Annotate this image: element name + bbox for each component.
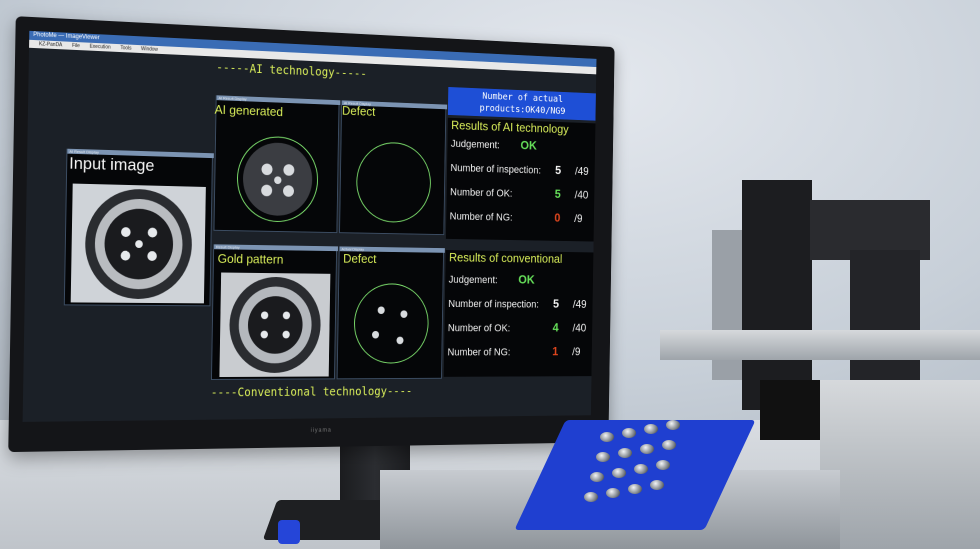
conv-judgement-label: Judgement: [448,274,498,287]
ai-inspection-value: 5 [555,163,562,177]
connector-cap [662,440,676,450]
ai-technology-heading: -----AI technology----- [216,60,367,81]
connector-image [84,187,193,300]
conv-ng-value: 1 [552,344,559,358]
connector-cap [606,488,620,498]
blue-block [278,520,300,544]
conv-defect-panel: Actual Display Defect [336,246,445,380]
conv-inspection-label: Number of inspection: [448,298,539,311]
monitor-brand-logo: iiyama [310,427,332,434]
ai-judgement-value: OK [520,138,537,153]
ai-generated-image [233,132,322,226]
ai-defect-panel: AI Result Display Defect [339,100,448,236]
connector-cap [612,468,626,478]
connector-cap [622,428,636,438]
ai-inspection-total: /49 [574,164,589,178]
conv-ng-label: Number of NG: [447,347,511,359]
ai-generated-panel: AI Result Display AI generated [213,95,341,234]
input-image-label: Input image [69,153,155,175]
connector-cap [628,484,642,494]
gold-pattern-label: Gold pattern [217,251,284,267]
gold-pattern-panel: Result Display Gold pattern [211,244,338,380]
vertical-stage [850,250,920,390]
conv-defect-label: Defect [343,251,377,266]
ai-results-heading: Results of AI technology [451,117,569,137]
ai-ok-label: Number of OK: [449,186,513,200]
monitor-screen: PhotoMe — ImageViewer KZ-PanDA File Exec… [22,30,597,422]
ai-results-panel: Results of AI technology Judgement: OK N… [445,117,596,242]
ai-ng-value: 0 [554,210,561,225]
conv-ng-total: /9 [572,345,581,358]
machine-frame-rail [660,330,980,360]
conv-judgement-value: OK [518,272,535,287]
conventional-technology-heading: ----Conventional technology---- [210,384,413,400]
connector-cap [584,492,598,502]
ai-ok-total: /40 [574,188,589,202]
ai-ng-total: /9 [574,211,583,225]
conv-ok-total: /40 [572,321,587,335]
actual-products-box: Number of actual products:OK40/NG9 [447,86,596,121]
ai-defect-label: Defect [341,103,376,119]
machine-base-plate [820,380,980,549]
ai-generated-label: AI generated [214,101,284,120]
conv-defect-image [348,278,434,369]
ai-judgement-label: Judgement: [450,138,500,152]
ai-ok-value: 5 [554,186,561,201]
connector-image-input [70,183,206,304]
connector-cap [640,444,654,454]
connector-cap [634,464,648,474]
conv-inspection-value: 5 [552,296,560,311]
connector-cap [666,420,680,430]
connector-cap [618,448,632,458]
conv-results-panel: Results of conventional Judgement: OK Nu… [443,250,594,377]
conv-inspection-total: /49 [572,297,587,311]
monitor: PhotoMe — ImageViewer KZ-PanDA File Exec… [8,16,615,453]
connector-cap [650,480,664,490]
camera-rig-icon [742,180,812,410]
connector-cap [644,424,658,434]
conv-ok-label: Number of OK: [447,322,511,335]
connector-cap [596,452,610,462]
gold-pattern-pane-title: Result Display [214,244,338,252]
conv-results-heading: Results of conventional [448,250,563,266]
connector-cap [590,472,604,482]
conv-ok-value: 4 [552,320,559,335]
defect-circle-icon [351,136,437,229]
connector-cap [600,432,614,442]
connector-cap [656,460,670,470]
app-body: -----AI technology----- Number of actual… [22,47,597,422]
gold-pattern-image [219,272,331,378]
input-image-panel: AI Result Display Input image [63,148,214,307]
ai-ng-label: Number of NG: [449,210,513,224]
ai-inspection-label: Number of inspection: [450,162,542,177]
